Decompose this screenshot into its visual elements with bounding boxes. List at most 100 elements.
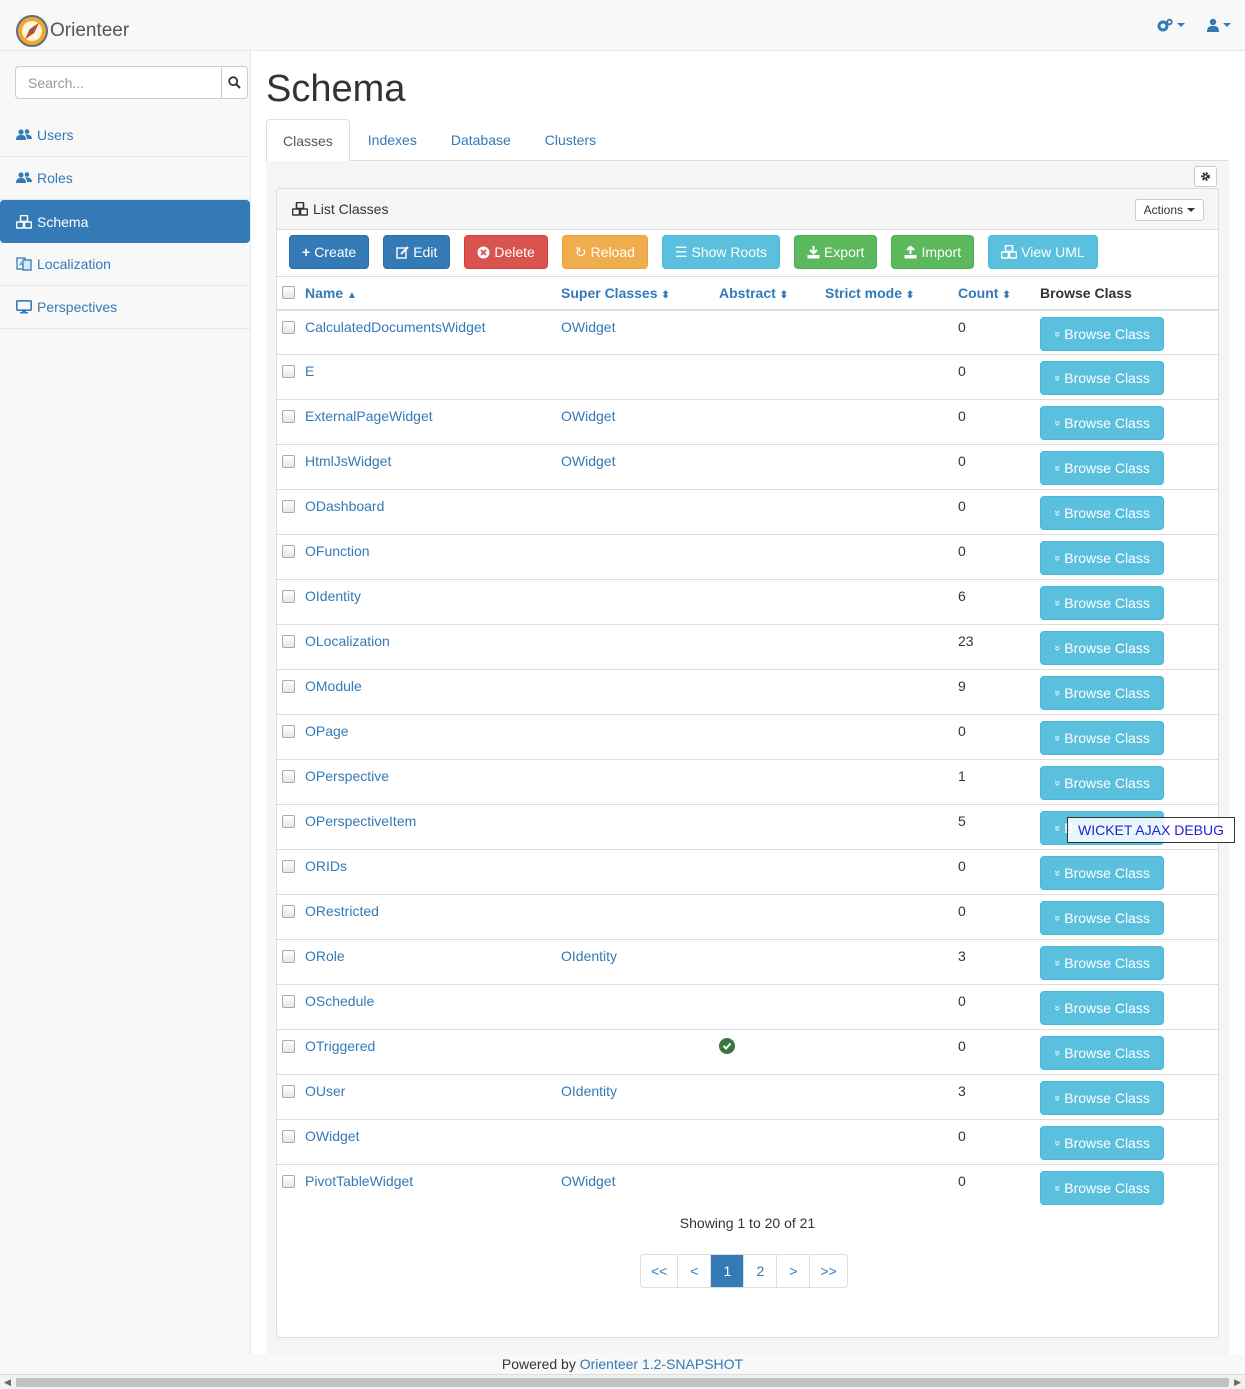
super-class-link[interactable] [561,895,719,903]
brand[interactable]: Orienteer [16,15,129,47]
super-class-link[interactable] [561,985,719,993]
browse-class-button[interactable]: »Browse Class [1040,496,1164,530]
super-class-link[interactable]: OIdentity [561,1075,719,1099]
tab-indexes[interactable]: Indexes [352,119,433,161]
row-checkbox[interactable] [282,455,295,468]
edit-button[interactable]: Edit [383,235,451,269]
class-name-link[interactable]: OModule [305,670,561,694]
class-name-link[interactable]: OSchedule [305,985,561,1009]
page-link[interactable]: 1 [711,1255,745,1287]
tab-clusters[interactable]: Clusters [529,119,612,161]
row-checkbox[interactable] [282,635,295,648]
row-checkbox[interactable] [282,1040,295,1053]
super-class-link[interactable]: OWidget [561,1165,719,1189]
row-checkbox[interactable] [282,725,295,738]
sidebar-item-localization[interactable]: A Localization [0,243,250,286]
browse-class-button[interactable]: »Browse Class [1040,1126,1164,1160]
class-name-link[interactable]: ORIDs [305,850,561,874]
sidebar-item-users[interactable]: Users [0,114,250,157]
sort-strict-link[interactable]: Strict mode ⬍ [825,285,914,301]
scroll-right-icon[interactable]: ▶ [1234,1377,1241,1388]
super-class-link[interactable] [561,670,719,678]
user-dropdown[interactable] [1207,15,1231,35]
browse-class-button[interactable]: »Browse Class [1040,541,1164,575]
column-name[interactable]: Name ▲ [305,276,561,311]
super-class-link[interactable] [561,1120,719,1128]
sort-super-link[interactable]: Super Classes ⬍ [561,285,670,301]
class-name-link[interactable]: PivotTableWidget [305,1165,561,1189]
super-class-link[interactable] [561,760,719,768]
class-name-link[interactable]: ODashboard [305,490,561,514]
row-checkbox[interactable] [282,1085,295,1098]
row-checkbox[interactable] [282,590,295,603]
super-class-link[interactable]: OIdentity [561,940,719,964]
browse-class-button[interactable]: »Browse Class [1040,1036,1164,1070]
row-checkbox[interactable] [282,1175,295,1188]
sidebar-item-schema[interactable]: Schema [0,200,250,243]
sidebar-item-perspectives[interactable]: Perspectives [0,286,250,329]
class-name-link[interactable]: OPerspectiveItem [305,805,561,829]
column-abstract[interactable]: Abstract ⬍ [719,276,825,311]
class-name-link[interactable]: ExternalPageWidget [305,400,561,424]
reload-button[interactable]: ↻ Reload [561,235,648,269]
sort-count-link[interactable]: Count ⬍ [958,285,1011,301]
row-checkbox[interactable] [282,500,295,513]
row-checkbox[interactable] [282,410,295,423]
class-name-link[interactable]: OTriggered [305,1030,561,1054]
super-class-link[interactable]: OWidget [561,311,719,335]
sort-abstract-link[interactable]: Abstract ⬍ [719,285,788,301]
row-checkbox[interactable] [282,995,295,1008]
class-name-link[interactable]: OPage [305,715,561,739]
super-class-link[interactable] [561,850,719,858]
column-strict-mode[interactable]: Strict mode ⬍ [825,276,958,311]
class-name-link[interactable]: OFunction [305,535,561,559]
show-roots-button[interactable]: ☰ Show Roots [661,235,780,269]
class-name-link[interactable]: E [305,355,561,379]
class-name-link[interactable]: OIdentity [305,580,561,604]
class-name-link[interactable]: OWidget [305,1120,561,1144]
row-checkbox[interactable] [282,815,295,828]
browse-class-button[interactable]: »Browse Class [1040,856,1164,890]
browse-class-button[interactable]: »Browse Class [1040,316,1164,351]
import-button[interactable]: Import [891,235,975,269]
class-name-link[interactable]: OUser [305,1075,561,1099]
wicket-ajax-debug-link[interactable]: WICKET AJAX DEBUG [1067,817,1235,843]
tab-settings-button[interactable] [1194,166,1217,187]
tab-database[interactable]: Database [435,119,527,161]
browse-class-button[interactable]: »Browse Class [1040,631,1164,665]
super-class-link[interactable] [561,715,719,723]
browse-class-button[interactable]: »Browse Class [1040,676,1164,710]
class-name-link[interactable]: ORestricted [305,895,561,919]
search-button[interactable] [222,66,248,99]
browse-class-button[interactable]: »Browse Class [1040,721,1164,755]
actions-dropdown[interactable]: Actions [1134,199,1204,221]
settings-dropdown[interactable] [1157,15,1185,35]
scrollbar-thumb[interactable] [16,1378,1229,1387]
class-name-link[interactable]: CalculatedDocumentsWidget [305,311,561,335]
row-checkbox[interactable] [282,365,295,378]
row-checkbox[interactable] [282,320,295,334]
tab-classes[interactable]: Classes [266,119,350,162]
class-name-link[interactable]: HtmlJsWidget [305,445,561,469]
column-super-classes[interactable]: Super Classes ⬍ [561,276,719,311]
browse-class-button[interactable]: »Browse Class [1040,406,1164,440]
horizontal-scrollbar[interactable]: ◀ ▶ [0,1374,1245,1389]
browse-class-button[interactable]: »Browse Class [1040,451,1164,485]
column-count[interactable]: Count ⬍ [958,276,1040,311]
row-checkbox[interactable] [282,905,295,918]
page-link[interactable]: << [641,1255,679,1287]
page-link[interactable]: >> [810,1255,846,1287]
browse-class-button[interactable]: »Browse Class [1040,1081,1164,1115]
row-checkbox[interactable] [282,1130,295,1143]
class-name-link[interactable]: ORole [305,940,561,964]
search-input[interactable] [15,66,222,99]
view-uml-button[interactable]: View UML [988,235,1098,269]
page-link[interactable]: > [777,1255,811,1287]
row-checkbox[interactable] [282,680,295,693]
select-all-checkbox[interactable] [282,286,295,300]
browse-class-button[interactable]: »Browse Class [1040,991,1164,1025]
row-checkbox[interactable] [282,860,295,873]
browse-class-button[interactable]: »Browse Class [1040,361,1164,395]
super-class-link[interactable]: OWidget [561,445,719,469]
row-checkbox[interactable] [282,770,295,783]
